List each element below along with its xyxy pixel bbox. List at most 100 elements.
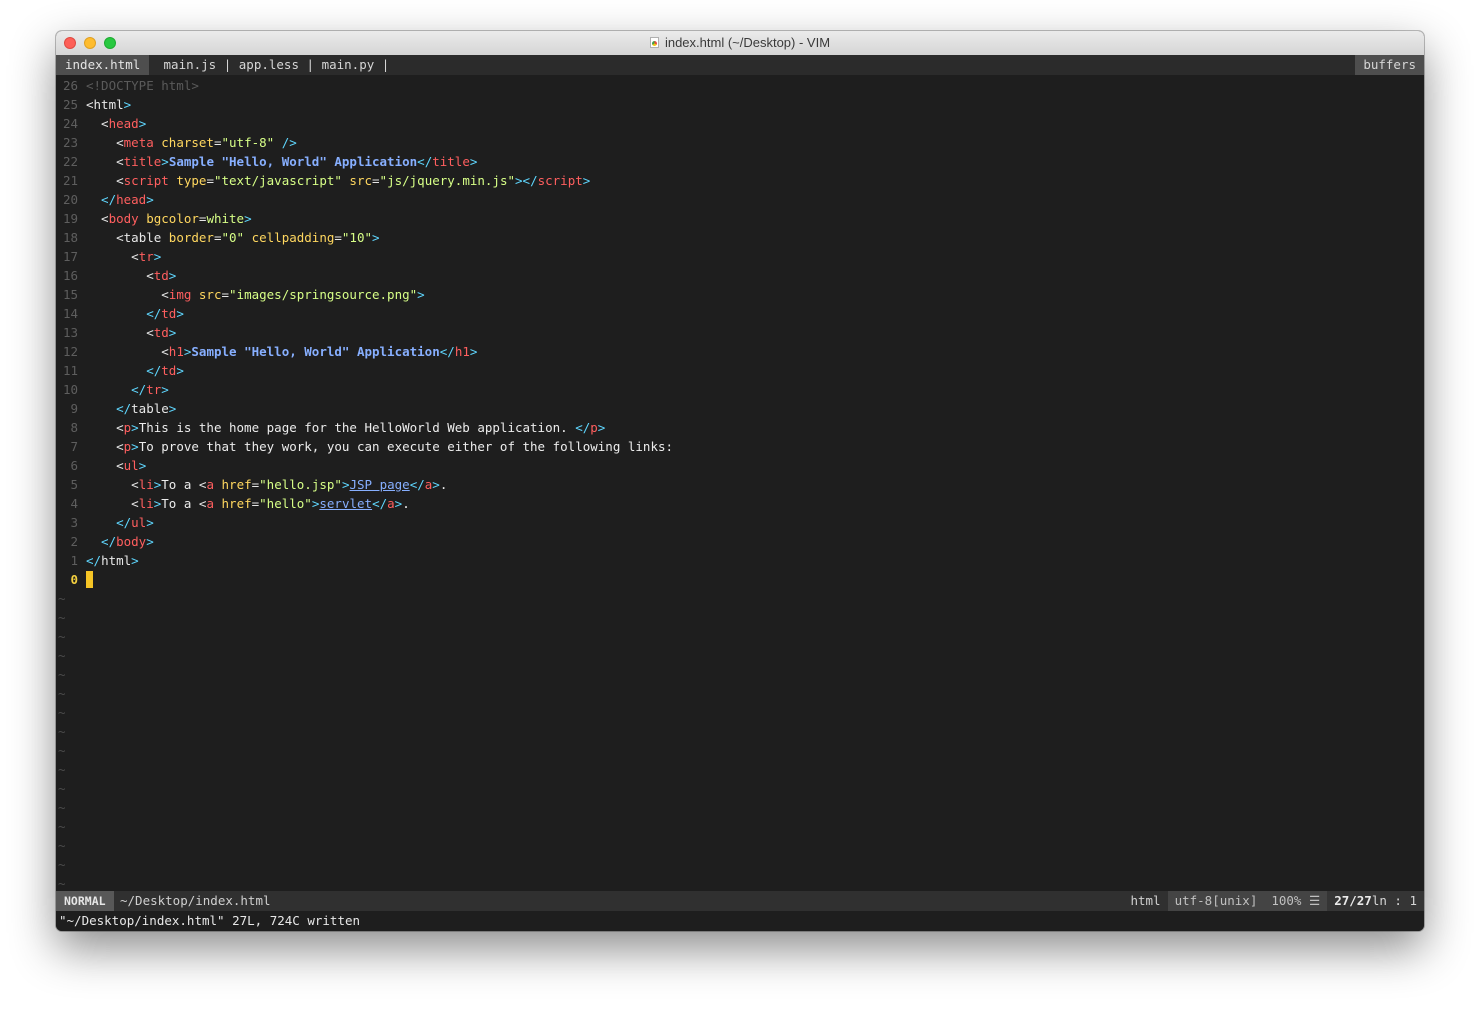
command-line[interactable]: "~/Desktop/index.html" 27L, 724C written [56,911,1424,931]
code-line[interactable]: 18 <table border="0" cellpadding="10"> [56,228,1424,247]
code-token: title [432,154,470,169]
code-token: li [138,477,154,492]
line-code: </head> [86,192,154,207]
code-line[interactable]: 11 </td> [56,361,1424,380]
code-token: </ [86,401,132,416]
code-token: < [86,458,124,473]
code-line[interactable]: 22 <title>Sample "Hello, World" Applicat… [56,152,1424,171]
code-token: > [469,344,478,359]
status-percent: 100% ☰ [1264,891,1328,911]
buffers-indicator: buffers [1355,55,1424,75]
text-cursor [86,571,93,588]
code-line[interactable]: 23 <meta charset="utf-8" /> [56,133,1424,152]
code-line[interactable]: 8 <p>This is the home page for the Hello… [56,418,1424,437]
code-token: body [116,534,147,549]
current-line[interactable]: 0 [56,570,1424,589]
code-line[interactable]: 24 <head> [56,114,1424,133]
code-token: </ [439,344,455,359]
line-code: <script type="text/javascript" src="js/j… [86,173,590,188]
code-token: </ [86,363,162,378]
code-line[interactable]: 14 </td> [56,304,1424,323]
line-number: 2 [70,534,78,549]
code-line[interactable]: 26 <!DOCTYPE html> [56,76,1424,95]
code-token: charset [161,135,214,150]
code-token: < [86,249,139,264]
code-token: = [206,173,214,188]
code-token: > [417,287,425,302]
code-token: h1 [168,344,184,359]
code-token: </ [86,534,117,549]
code-line[interactable]: 4 <li>To a <a href="hello">servlet</a>. [56,494,1424,513]
code-line[interactable]: 17 <tr> [56,247,1424,266]
line-number: 25 [62,97,78,112]
line-number: 22 [62,154,78,169]
code-line[interactable]: 5 <li>To a <a href="hello.jsp">JSP page<… [56,475,1424,494]
code-token: > [582,173,591,188]
empty-buffer-line: ~ [58,800,66,815]
code-token: </ [409,477,425,492]
window-title: index.html (~/Desktop) - VIM [664,35,831,50]
code-line[interactable]: 3 </ul> [56,513,1424,532]
editor-text-area[interactable]: 26 <!DOCTYPE html> 25 <html> 24 <head> 23 <me… [56,76,1424,922]
code-token: </ [86,515,132,530]
status-line: NORMAL ~/Desktop/index.html html utf-8[un… [56,891,1424,911]
code-line[interactable]: 1 </html> [56,551,1424,570]
code-line[interactable]: 9 </table> [56,399,1424,418]
code-line[interactable]: 7 <p>To prove that they work, you can ex… [56,437,1424,456]
code-token: > [432,477,440,492]
code-token: > [469,154,478,169]
code-token: > [597,420,606,435]
code-token: "images/springsource.png" [229,287,418,302]
code-token: img [168,287,199,302]
empty-buffer-line: ~ [58,781,66,796]
code-line[interactable]: 15 <img src="images/springsource.png"> [56,285,1424,304]
empty-buffer-line: ~ [58,686,66,701]
line-code: </html> [86,553,139,568]
code-token: < [86,287,169,302]
line-number: 23 [62,135,78,150]
code-token: </ [522,173,538,188]
code-line[interactable]: 10 </tr> [56,380,1424,399]
line-code: <td> [86,325,176,340]
code-token: html [101,553,132,568]
code-token: "text/javascript" [213,173,342,188]
code-line[interactable]: 20 </head> [56,190,1424,209]
empty-buffer-line: ~ [58,629,66,644]
code-token: </ [417,154,433,169]
line-number: 14 [62,306,78,321]
code-token: < [86,211,109,226]
code-token: a [206,477,222,492]
line-code: <p>To prove that they work, you can exec… [86,439,673,454]
code-token: > [153,249,162,264]
empty-buffer-line: ~ [58,667,66,682]
line-code: <td> [86,268,176,283]
status-filetype: html [1130,893,1161,908]
code-line[interactable]: 25 <html> [56,95,1424,114]
code-line[interactable]: 16 <td> [56,266,1424,285]
code-line[interactable]: 19 <body bgcolor=white> [56,209,1424,228]
code-token: > [146,192,154,207]
code-line[interactable]: 12 <h1>Sample "Hello, World" Application… [56,342,1424,361]
line-code: </table> [86,401,176,416]
code-line[interactable]: 21 <script type="text/javascript" src="j… [56,171,1424,190]
code-token: > [146,534,154,549]
code-token: > [131,553,139,568]
code-token: ul [123,458,139,473]
line-number: 26 [62,78,78,93]
tab-list-other-buffers[interactable]: main.js | app.less | main.py | [156,55,390,75]
empty-buffer-line: ~ [58,857,66,872]
code-line[interactable]: 13 <td> [56,323,1424,342]
line-code: <li>To a <a href="hello">servlet</a>. [86,496,410,511]
code-token: head [108,116,139,131]
code-line[interactable]: 2 </body> [56,532,1424,551]
line-number: 15 [62,287,78,302]
code-token: </ [86,306,162,321]
code-line[interactable]: 6 <ul> [56,456,1424,475]
code-token: script [123,173,177,188]
code-token: bgcolor [146,211,199,226]
line-code: </td> [86,306,184,321]
line-code: <li>To a <a href="hello.jsp">JSP page</a… [86,477,447,492]
empty-buffer-line: ~ [58,724,66,739]
code-token: title [123,154,162,169]
tab-index-html[interactable]: index.html [56,55,150,75]
